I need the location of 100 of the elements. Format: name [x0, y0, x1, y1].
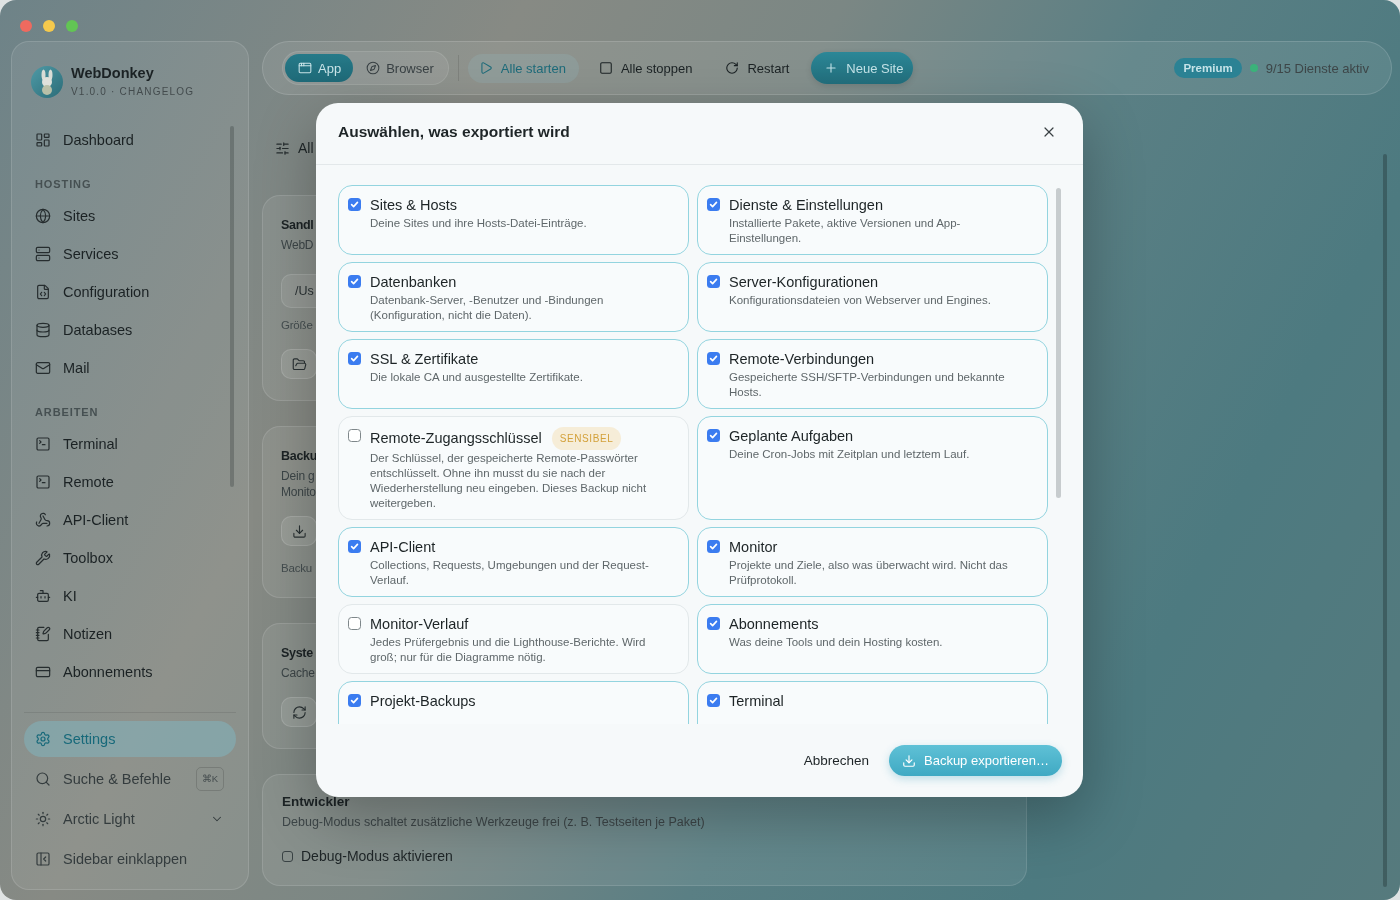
export-option[interactable]: Geplante Aufgaben Deine Cron-Jobs mit Zeitplan und letztem Lauf.	[697, 416, 1048, 520]
settings-icon	[35, 731, 51, 747]
card-text: Monito	[281, 484, 317, 500]
new-site-button[interactable]: Neue Site	[811, 52, 914, 84]
option-description: Datenbank-Server, -Benutzer und -Bindungen (Konfiguration, nicht die Daten).	[370, 292, 605, 323]
refresh-button[interactable]	[281, 697, 317, 727]
export-option[interactable]: Projekt-Backups	[338, 681, 689, 724]
sun-icon	[35, 811, 51, 827]
nav-item[interactable]: API-Client	[24, 501, 236, 539]
checkbox[interactable]	[348, 351, 361, 365]
export-option[interactable]: SSL & Zertifikate Die lokale CA und ausgestellte Zertifikate.	[338, 339, 689, 409]
checkbox[interactable]	[707, 197, 720, 211]
sliders-icon	[275, 140, 290, 156]
globe-icon	[35, 208, 51, 224]
nav-item[interactable]: Services	[24, 235, 236, 273]
checkbox[interactable]	[707, 616, 720, 630]
checkbox[interactable]	[348, 539, 361, 553]
export-option[interactable]: Remote-Verbindungen Gespeicherte SSH/SFTP-Verbindungen und bekannte Hosts.	[697, 339, 1048, 409]
card-title: Entwickler	[282, 793, 350, 811]
export-option[interactable]: Sites & Hosts Deine Sites und ihre Hosts-Datei-Einträge.	[338, 185, 689, 255]
stop-all-button[interactable]: Alle stoppen	[587, 53, 706, 83]
theme-button[interactable]: Arctic Light	[24, 801, 236, 837]
nav-item[interactable]: Toolbox	[24, 539, 236, 577]
credit-card-icon	[35, 664, 51, 680]
checkbox[interactable]	[348, 274, 361, 288]
nav-item[interactable]: Databases	[24, 311, 236, 349]
checkbox[interactable]	[707, 539, 720, 553]
option-title: Abonnements	[729, 614, 819, 634]
checkbox[interactable]	[707, 274, 720, 288]
export-option[interactable]: Remote-Zugangsschlüssel SENSIBEL Der Schlüssel, der gespeicherte Remote-Passwörter entschlüsselt. Ohne ihn musst du sie nach der Wiederherstellung neu eingeben. Dieses Backup nicht weitergeben.	[338, 416, 689, 520]
nav-item[interactable]: Dashboard	[24, 121, 236, 159]
sensitive-badge: SENSIBEL	[551, 426, 622, 450]
checkbox[interactable]	[707, 351, 720, 365]
checkbox-label: Debug-Modus aktivieren	[301, 848, 453, 864]
export-option[interactable]: Terminal	[697, 681, 1048, 724]
option-description: Jedes Prüfergebnis und die Lighthouse-Berichte. Wird groß; nur für die Diagramme nötig.	[370, 634, 647, 665]
option-title: Projekt-Backups	[370, 691, 476, 711]
export-option[interactable]: API-Client Collections, Requests, Umgebungen und der Request-Verlauf.	[338, 527, 689, 597]
option-title: Monitor-Verlauf	[370, 614, 469, 634]
export-option[interactable]: Monitor Projekte und Ziele, also was überwacht wird. Nicht das Prüfprotokoll.	[697, 527, 1048, 597]
card-text: Dein g	[281, 468, 316, 484]
download-icon	[902, 753, 916, 768]
view-tab[interactable]: Browser	[353, 54, 446, 82]
cancel-button[interactable]: Abbrechen	[803, 747, 869, 774]
collapse-sidebar-button[interactable]: Sidebar einklappen	[24, 841, 236, 877]
card-text: Cache	[281, 665, 316, 681]
checkbox[interactable]	[707, 428, 720, 442]
nav-item[interactable]: Abonnements	[24, 653, 236, 691]
card-title: Backu	[281, 448, 318, 465]
nav-item[interactable]: Notizen	[24, 615, 236, 653]
checkbox[interactable]	[348, 428, 361, 442]
option-description: Collections, Requests, Umgebungen und der Request-Verlauf.	[370, 557, 650, 588]
checkbox[interactable]	[348, 616, 361, 630]
dialog-title: Auswählen, was exportiert wird	[338, 123, 570, 141]
checkbox[interactable]	[707, 693, 720, 707]
section-heading: HOSTING	[34, 178, 93, 190]
option-title: Dienste & Einstellungen	[729, 195, 883, 215]
section-heading: ARBEITEN	[34, 406, 100, 418]
nav-item[interactable]: Sites	[24, 197, 236, 235]
status-text: 9/15 Dienste aktiv	[1265, 60, 1369, 76]
card-note: Größe	[281, 318, 314, 333]
export-option[interactable]: Datenbanken Datenbank-Server, -Benutzer und -Bindungen (Konfiguration, nicht die Daten).	[338, 262, 689, 332]
option-description: Projekte und Ziele, also was überwacht wird. Nicht das Prüfprotokoll.	[729, 557, 1009, 588]
nav-item[interactable]: Terminal	[24, 425, 236, 463]
checkbox[interactable]	[282, 850, 293, 862]
restart-button[interactable]: Restart	[714, 53, 803, 83]
option-description: Konfigurationsdateien von Webserver und Engines.	[729, 292, 991, 308]
path-field[interactable]: /Us	[281, 274, 318, 308]
export-option[interactable]: Monitor-Verlauf Jedes Prüfergebnis und die Lighthouse-Berichte. Wird groß; nur für die Diagramme nötig.	[338, 604, 689, 674]
search-button[interactable]: Suche & Befehle ⌘K	[24, 761, 236, 797]
checkbox[interactable]	[348, 197, 361, 211]
option-title: SSL & Zertifikate	[370, 349, 479, 369]
plan-badge: Premium	[1174, 58, 1242, 78]
window-minimize-button[interactable]	[43, 20, 55, 32]
rotate-icon	[725, 61, 740, 75]
card-title: Syste	[281, 645, 314, 662]
terminal-icon	[35, 474, 51, 490]
nav-item[interactable]: Mail	[24, 349, 236, 387]
checkbox[interactable]	[348, 693, 361, 707]
download-button[interactable]	[281, 516, 317, 546]
export-option[interactable]: Server-Konfigurationen Konfigurationsdateien von Webserver und Engines.	[697, 262, 1048, 332]
nav-item[interactable]: KI	[24, 577, 236, 615]
database-icon	[35, 322, 51, 338]
export-option[interactable]: Abonnements Was deine Tools und dein Hosting kosten.	[697, 604, 1048, 674]
option-description: Was deine Tools und dein Hosting kosten.	[729, 634, 943, 650]
scrollbar-thumb[interactable]	[1056, 188, 1061, 498]
download-icon	[291, 523, 307, 539]
app-window-icon	[298, 61, 312, 75]
terminal-icon	[35, 436, 51, 452]
status-dot-icon	[1249, 64, 1258, 72]
filter-label: All	[298, 140, 314, 156]
code-file-icon	[35, 284, 51, 300]
open-folder-button[interactable]	[281, 349, 317, 379]
export-option[interactable]: Dienste & Einstellungen Installierte Pakete, aktive Versionen und App-Einstellungen.	[697, 185, 1048, 255]
shortcut-key: ⌘K	[195, 767, 224, 791]
grid-icon	[35, 132, 51, 148]
view-tab[interactable]: App	[285, 54, 354, 82]
nav-item[interactable]: Remote	[24, 463, 236, 501]
option-title: Datenbanken	[370, 272, 457, 292]
nav-item[interactable]: Configuration	[24, 273, 236, 311]
